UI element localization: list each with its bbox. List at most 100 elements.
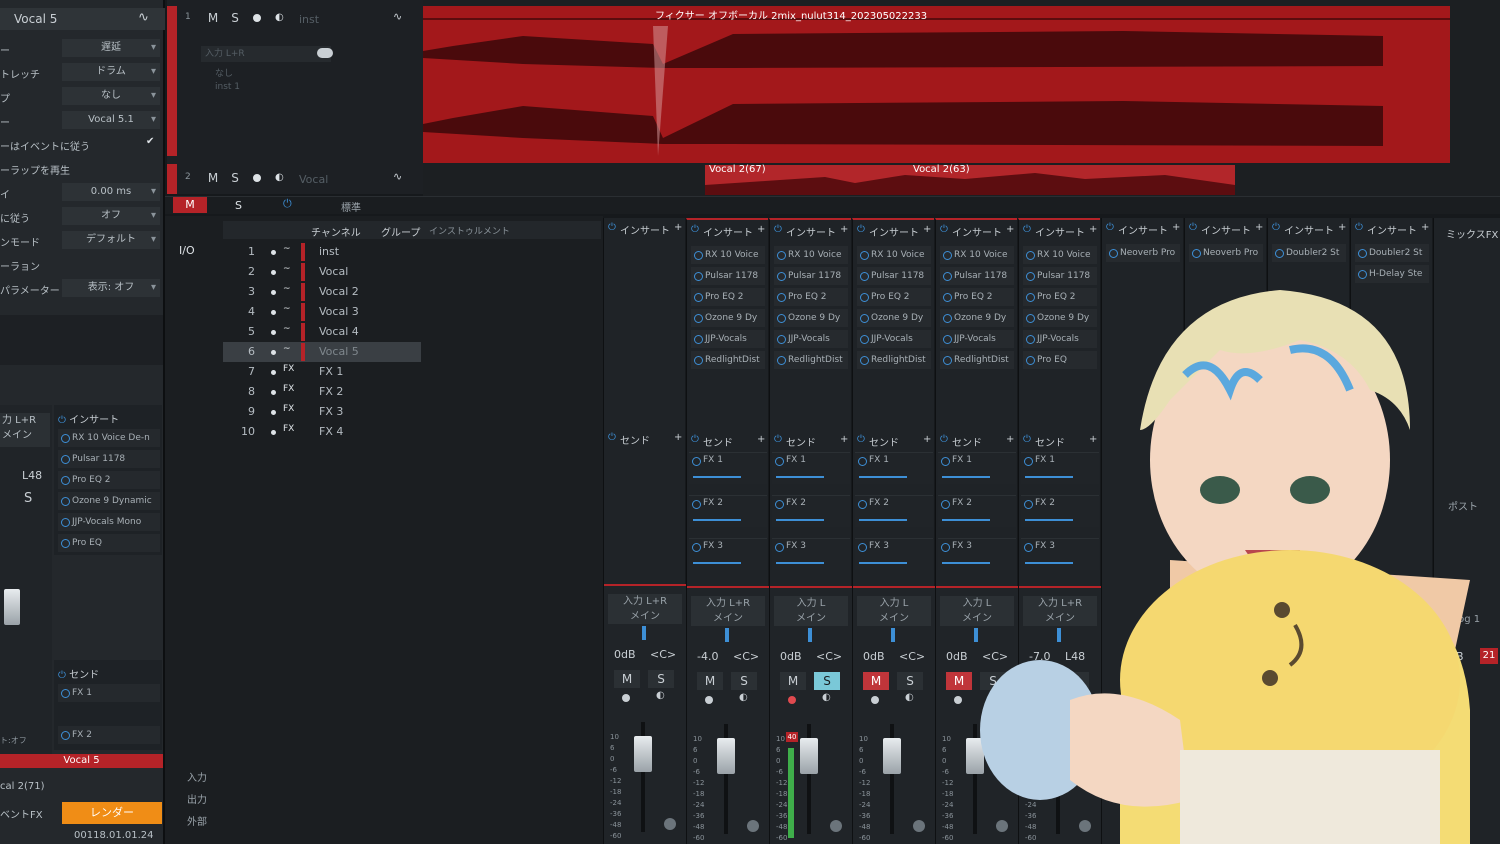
insert-slot[interactable]: RedlightDist [774, 351, 848, 369]
mute-button[interactable]: M [780, 672, 806, 690]
record-arm-icon[interactable] [253, 174, 261, 182]
inspector-pan-value[interactable]: L48 [22, 469, 42, 482]
inspector-row[interactable]: ンモード デフォルト [0, 230, 163, 252]
visibility-dot-icon[interactable] [271, 330, 276, 335]
power-icon[interactable]: ⏻ [1106, 222, 1114, 233]
record-arm-icon[interactable] [788, 696, 796, 704]
visibility-dot-icon[interactable] [271, 430, 276, 435]
channel-list-row[interactable]: 1 ~ inst [223, 242, 421, 262]
channel-list-row[interactable]: 6 ~ Vocal 5 [223, 342, 421, 362]
visibility-dot-icon[interactable] [271, 390, 276, 395]
gain-value[interactable]: 0dB [946, 650, 968, 663]
channel-list-row[interactable]: 2 ~ Vocal [223, 262, 421, 282]
channel-name[interactable]: Vocal 4 [319, 325, 359, 338]
sends-header[interactable]: ⏻ センド + [770, 434, 852, 450]
inserts-header[interactable]: ⏻ インサート + [604, 222, 686, 238]
record-arm-icon[interactable] [622, 694, 630, 702]
channel-name[interactable]: Vocal 3 [319, 305, 359, 318]
channel-list-row[interactable]: 5 ~ Vocal 4 [223, 322, 421, 342]
monitor-icon[interactable]: ◐ [905, 692, 914, 703]
power-icon[interactable]: ⏻ [691, 224, 699, 235]
volume-fader[interactable] [800, 738, 818, 774]
add-icon[interactable]: + [923, 224, 931, 235]
sends-header[interactable]: ⏻ センド + [687, 434, 769, 450]
pan-knob-icon[interactable] [747, 820, 759, 832]
gain-value[interactable]: 0dB [863, 650, 885, 663]
io-select[interactable]: 入力 L+R メイン [608, 594, 682, 624]
inspector-row-value[interactable]: なし [62, 87, 160, 105]
mute-button[interactable]: M [205, 10, 221, 26]
track-name[interactable]: Vocal [299, 173, 328, 186]
add-icon[interactable]: + [1006, 224, 1014, 235]
column-group[interactable]: グループ [381, 224, 420, 239]
io-select[interactable]: 入力 L+R メイン [691, 596, 765, 626]
render-button[interactable]: レンダー [62, 802, 162, 824]
inspector-row-value[interactable]: ドラム [62, 63, 160, 81]
monitor-icon[interactable]: ◐ [275, 172, 284, 183]
add-icon[interactable]: + [1338, 222, 1346, 233]
toggle-icon[interactable] [317, 48, 333, 58]
add-icon[interactable]: + [1255, 222, 1263, 233]
record-arm-icon[interactable] [871, 696, 879, 704]
checkbox-icon[interactable]: ✔ [146, 136, 154, 147]
add-icon[interactable]: + [923, 434, 931, 445]
insert-slot[interactable]: Pro EQ 2 [691, 288, 765, 306]
waveform-icon[interactable]: ∿ [393, 170, 402, 183]
send-slot[interactable]: FX 2 [689, 495, 767, 527]
power-icon[interactable]: ⏻ [1272, 222, 1280, 233]
inspector-row[interactable]: イ 0.00 ms [0, 182, 163, 204]
inspector-row[interactable]: パラメーター 表示: オフ [0, 278, 163, 300]
power-icon[interactable]: ⏻ [1355, 222, 1363, 233]
insert-slot[interactable]: Pro EQ 2 [774, 288, 848, 306]
send-slot[interactable]: FX 3 [772, 538, 850, 570]
power-icon[interactable]: ⏻ [608, 222, 616, 233]
add-icon[interactable]: + [674, 222, 682, 233]
column-channel[interactable]: チャンネル [311, 224, 361, 239]
monitor-icon[interactable]: ◐ [275, 12, 284, 23]
insert-slot[interactable]: RX 10 Voice [857, 246, 931, 264]
track-1-header[interactable]: 1 M S ◐ inst ∿ [179, 8, 419, 28]
add-icon[interactable]: + [1172, 222, 1180, 233]
send-slot[interactable]: FX 1 [772, 452, 850, 484]
power-icon[interactable]: ⏻ [857, 224, 865, 235]
insert-slot[interactable]: Ozone 9 Dy [691, 309, 765, 327]
pan-knob-icon[interactable] [664, 818, 676, 830]
send-slot[interactable]: FX 1 [855, 452, 933, 484]
mix-fx-label[interactable]: ミックスFX [1446, 226, 1498, 241]
insert-slot[interactable]: RX 10 Voice [940, 246, 1014, 264]
insert-slot[interactable]: Ozone 9 Dy [857, 309, 931, 327]
add-icon[interactable]: + [1421, 222, 1429, 233]
solo-button[interactable]: S [731, 672, 757, 690]
inspector-row[interactable]: プ なし [0, 86, 163, 108]
insert-slot[interactable]: RX 10 Voice [1023, 246, 1097, 264]
pan-value[interactable]: <C> [733, 650, 759, 663]
inspector-insert-slot[interactable]: Pro EQ 2 [58, 471, 160, 489]
inspector-row[interactable]: ーラョン [0, 254, 163, 276]
volume-fader[interactable] [717, 738, 735, 774]
power-icon[interactable]: ⏻ [608, 432, 616, 443]
insert-slot[interactable]: Pro EQ 2 [857, 288, 931, 306]
insert-slot[interactable]: Pulsar 1178 [774, 267, 848, 285]
power-icon[interactable]: ⏻ [1023, 224, 1031, 235]
visibility-dot-icon[interactable] [271, 290, 276, 295]
io-select[interactable]: 入力 L メイン [857, 596, 931, 626]
add-icon[interactable]: + [757, 224, 765, 235]
inspector-inserts-title[interactable]: ⏻ インサート [58, 411, 119, 426]
audio-clip-inst[interactable]: フィクサー オフボーカル 2mix_nulut314_202305022233 [423, 6, 1450, 163]
insert-slot[interactable]: Doubler2 St [1355, 244, 1429, 262]
volume-fader[interactable] [883, 738, 901, 774]
send-slot[interactable]: FX 3 [855, 538, 933, 570]
insert-slot[interactable]: JJP-Vocals [691, 330, 765, 348]
inspector-row[interactable]: ー Vocal 5.1 [0, 110, 163, 132]
channel-list-row[interactable]: 10 FX FX 4 [223, 422, 421, 442]
volume-fader[interactable] [634, 736, 652, 772]
power-icon[interactable]: ⏻ [774, 434, 782, 445]
sends-header[interactable]: ⏻ センド + [604, 432, 686, 448]
send-slot[interactable]: FX 3 [689, 538, 767, 570]
power-icon[interactable]: ⏻ [283, 197, 292, 211]
visibility-dot-icon[interactable] [271, 270, 276, 275]
track-name[interactable]: inst [299, 13, 319, 26]
insert-slot[interactable]: JJP-Vocals [774, 330, 848, 348]
power-icon[interactable]: ⏻ [940, 224, 948, 235]
channel-name[interactable]: FX 1 [319, 365, 343, 378]
